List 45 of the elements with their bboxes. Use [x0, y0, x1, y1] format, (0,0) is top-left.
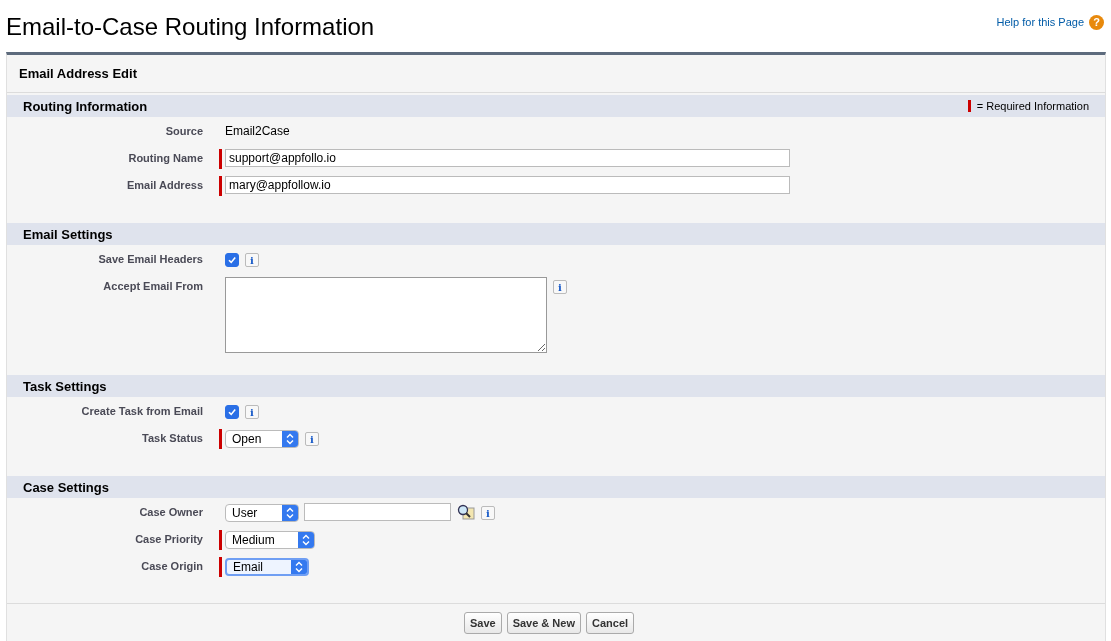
info-icon[interactable]: i	[245, 405, 259, 419]
panel-title: Email Address Edit	[19, 66, 137, 81]
info-icon[interactable]: i	[553, 280, 567, 294]
field-label: Email Address	[126, 178, 203, 191]
form-button[interactable]: Save	[463, 612, 502, 634]
form-button[interactable]: Save & New	[506, 612, 581, 634]
field-label: Create Task from Email	[80, 404, 203, 417]
section-title: Case Settings	[23, 479, 109, 495]
info-icon[interactable]: i	[481, 506, 495, 520]
text-area[interactable]	[225, 277, 547, 353]
chevron-icon	[295, 561, 303, 573]
required-marker	[967, 100, 971, 112]
chevron-icon	[286, 433, 294, 445]
chevron-icon	[302, 534, 310, 546]
search-icon[interactable]	[457, 504, 475, 520]
select-dropdown[interactable]: Email	[225, 558, 309, 576]
info-icon[interactable]: i	[245, 253, 259, 267]
select-dropdown[interactable]: User	[225, 504, 299, 522]
checkbox[interactable]	[225, 405, 239, 419]
field-label: Case Owner	[138, 505, 203, 518]
select-dropdown[interactable]: Medium	[225, 531, 315, 549]
chevron-icon	[286, 507, 294, 519]
field-label: Task Status	[141, 431, 203, 444]
checkbox[interactable]	[225, 253, 239, 267]
select-dropdown[interactable]: Open	[225, 430, 299, 448]
section-title: Email Settings	[23, 226, 113, 242]
page-title: Email-to-Case Routing Information	[6, 12, 375, 41]
checkmark-icon	[227, 407, 237, 417]
field-label: Save Email Headers	[97, 252, 203, 265]
field-label: Case Origin	[140, 559, 203, 572]
text-input[interactable]: mary@appfollow.io	[225, 176, 790, 194]
info-icon[interactable]: i	[305, 432, 319, 446]
field-label: Routing Name	[127, 151, 203, 164]
owner-input[interactable]	[304, 503, 451, 521]
field-value: Email2Case	[225, 123, 290, 138]
help-link[interactable]: Help for this Page	[996, 16, 1084, 28]
section-title: Task Settings	[23, 378, 107, 394]
checkmark-icon	[227, 255, 237, 265]
legend-text: = Required Information	[976, 100, 1089, 112]
section-title: Routing Information	[23, 98, 148, 114]
form-button[interactable]: Cancel	[586, 612, 635, 634]
field-label: Case Priority	[134, 532, 203, 545]
field-label: Source	[164, 124, 203, 137]
text-input[interactable]: support@appfollo.io	[225, 149, 790, 167]
field-label: Accept Email From	[102, 279, 203, 292]
